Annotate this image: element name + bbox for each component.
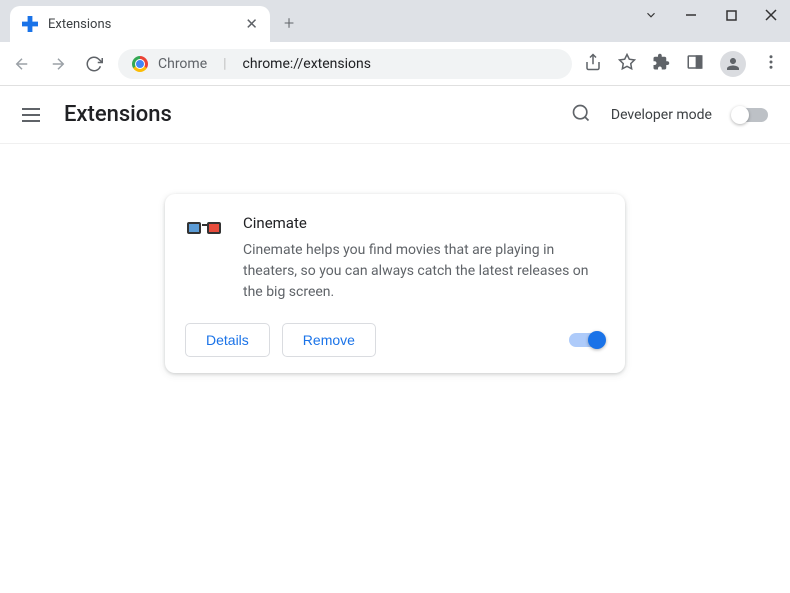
remove-button[interactable]: Remove [282, 323, 376, 357]
hamburger-menu-icon[interactable] [22, 108, 40, 122]
extensions-page-header: Extensions Developer mode [0, 86, 790, 144]
details-button[interactable]: Details [185, 323, 270, 357]
browser-tab[interactable]: Extensions ✕ [10, 6, 270, 42]
search-icon[interactable] [571, 103, 591, 127]
kebab-menu-icon[interactable] [762, 53, 780, 75]
share-icon[interactable] [584, 53, 602, 75]
browser-toolbar: Chrome | chrome://extensions [0, 42, 790, 86]
tab-title: Extensions [48, 17, 235, 32]
chevron-down-icon[interactable] [644, 8, 658, 22]
developer-mode-toggle[interactable] [732, 108, 768, 122]
new-tab-button[interactable]: + [284, 13, 294, 34]
url-divider: | [223, 56, 226, 72]
page-title: Extensions [64, 102, 172, 127]
address-bar[interactable]: Chrome | chrome://extensions [118, 49, 572, 79]
back-button[interactable] [10, 52, 34, 76]
reload-button[interactable] [82, 52, 106, 76]
forward-button[interactable] [46, 52, 70, 76]
chrome-logo-icon [132, 56, 148, 72]
maximize-icon[interactable] [724, 8, 738, 22]
tab-strip: Extensions ✕ + [0, 0, 790, 42]
extension-description: Cinemate helps you find movies that are … [243, 240, 605, 303]
extensions-puzzle-icon[interactable] [652, 53, 670, 75]
close-window-icon[interactable] [764, 8, 778, 22]
extension-enable-toggle[interactable] [569, 333, 605, 347]
extension-puzzle-icon [22, 16, 38, 32]
url-scheme: Chrome [158, 56, 207, 72]
tab-close-icon[interactable]: ✕ [245, 15, 258, 33]
minimize-icon[interactable] [684, 8, 698, 22]
developer-mode-label: Developer mode [611, 107, 712, 123]
profile-avatar[interactable] [720, 51, 746, 77]
bookmark-star-icon[interactable] [618, 53, 636, 75]
extensions-list: Cinemate Cinemate helps you find movies … [0, 144, 790, 373]
extension-card: Cinemate Cinemate helps you find movies … [165, 194, 625, 373]
side-panel-icon[interactable] [686, 53, 704, 75]
url-path: chrome://extensions [243, 56, 371, 72]
extension-3d-glasses-icon [185, 216, 223, 238]
extension-name: Cinemate [243, 214, 605, 232]
